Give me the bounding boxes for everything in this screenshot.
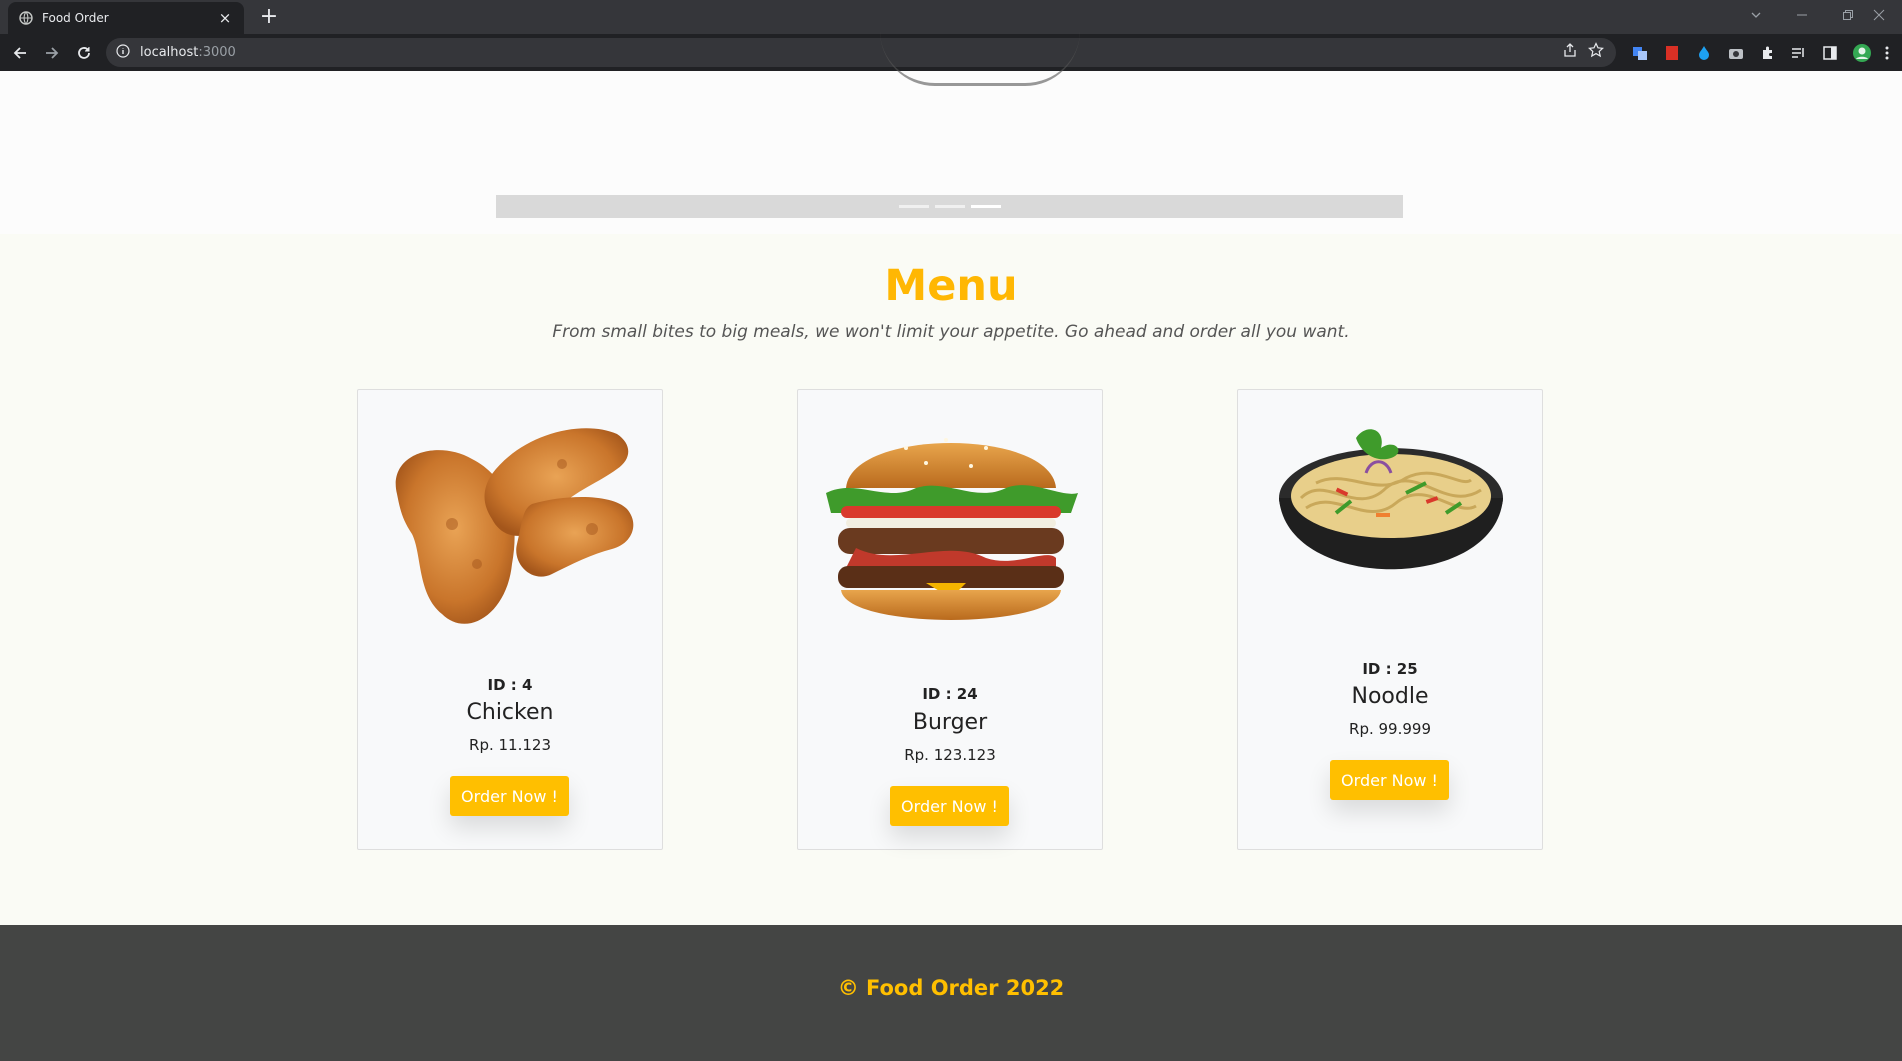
- order-now-button[interactable]: Order Now !: [1330, 760, 1449, 800]
- side-panel-icon[interactable]: [1820, 43, 1840, 63]
- footer: © Food Order 2022: [0, 925, 1902, 1061]
- order-now-button[interactable]: Order Now !: [890, 786, 1009, 826]
- reload-icon[interactable]: [70, 39, 98, 67]
- item-price: Rp. 11.123: [469, 736, 551, 754]
- share-icon[interactable]: [1562, 42, 1578, 62]
- item-id: ID : 24: [922, 685, 978, 703]
- item-name: Burger: [912, 710, 988, 735]
- menu-card-chicken: ID : 4 Chicken Rp. 11.123 Order Now !: [357, 389, 663, 850]
- camera-extension-icon[interactable]: [1726, 43, 1746, 63]
- pdf-extension-icon[interactable]: [1662, 43, 1682, 63]
- carousel-indicator-2[interactable]: [935, 205, 965, 208]
- tab-title: Food Order: [42, 11, 109, 25]
- browser-tab[interactable]: Food Order ×: [8, 2, 244, 34]
- browser-menu-icon[interactable]: [1880, 43, 1894, 63]
- address-bar[interactable]: localhost:3000: [106, 38, 1616, 67]
- item-name: Chicken: [466, 700, 554, 725]
- profile-avatar[interactable]: [1852, 43, 1872, 63]
- menu-subtitle: From small bites to big meals, we won't …: [552, 322, 1350, 342]
- carousel-indicator-3[interactable]: [971, 205, 1001, 208]
- order-now-button[interactable]: Order Now !: [450, 776, 569, 816]
- droplet-extension-icon[interactable]: [1694, 43, 1714, 63]
- url-text: localhost:3000: [140, 45, 236, 60]
- item-id: ID : 25: [1362, 660, 1418, 678]
- hero-carousel: [0, 71, 1902, 234]
- hero-image-edge: [880, 31, 1080, 86]
- carousel-indicator-1[interactable]: [899, 205, 929, 208]
- bookmark-star-icon[interactable]: [1588, 42, 1604, 62]
- reading-list-icon[interactable]: [1788, 43, 1808, 63]
- tab-search-icon[interactable]: [1733, 0, 1779, 30]
- back-icon[interactable]: [6, 39, 34, 67]
- minimize-icon[interactable]: [1779, 0, 1825, 30]
- item-id: ID : 4: [487, 676, 533, 694]
- info-icon[interactable]: [116, 43, 130, 62]
- footer-copyright: © Food Order 2022: [837, 976, 1065, 1000]
- globe-icon: [18, 10, 34, 26]
- menu-card-noodle: ID : 25 Noodle Rp. 99.999 Order Now !: [1237, 389, 1543, 850]
- translate-extension-icon[interactable]: [1630, 43, 1650, 63]
- item-price: Rp. 99.999: [1349, 720, 1431, 738]
- browser-tab-bar: Food Order × +: [0, 0, 1902, 34]
- close-window-icon[interactable]: [1856, 0, 1902, 30]
- item-price: Rp. 123.123: [904, 746, 996, 764]
- puzzle-extensions-icon[interactable]: [1758, 43, 1778, 63]
- fried-chicken-image: [395, 428, 634, 624]
- carousel-indicator-bar: [496, 195, 1403, 218]
- tab-close-icon[interactable]: ×: [216, 9, 234, 27]
- new-tab-button[interactable]: +: [256, 4, 282, 30]
- menu-card-burger: ID : 24 Burger Rp. 123.123 Order Now !: [797, 389, 1103, 850]
- item-name: Noodle: [1351, 684, 1429, 709]
- noodle-bowl-image: [1279, 429, 1503, 570]
- page-content: Menu From small bites to big meals, we w…: [0, 71, 1902, 1061]
- burger-image: [826, 438, 1078, 620]
- menu-title: Menu: [884, 261, 1018, 311]
- forward-icon[interactable]: [38, 39, 66, 67]
